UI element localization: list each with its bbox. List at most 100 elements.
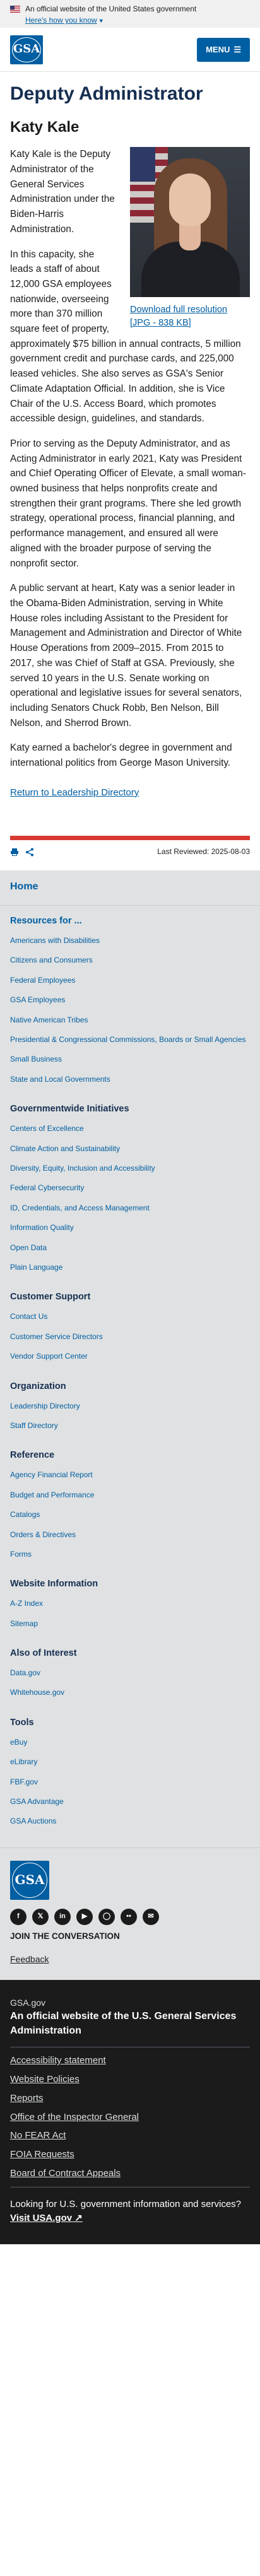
facebook-icon[interactable]: f xyxy=(10,1908,27,1925)
footer-section-heading: Resources for ... xyxy=(10,916,82,927)
gsa-logo[interactable]: GSA xyxy=(10,35,43,64)
footer-section-heading: Tools xyxy=(10,1717,34,1728)
footer-link[interactable]: Americans with Disabilities xyxy=(10,936,100,945)
flickr-icon[interactable]: •• xyxy=(121,1908,137,1925)
footer-link[interactable]: Budget and Performance xyxy=(10,1490,94,1499)
footer-link[interactable]: Centers of Excellence xyxy=(10,1124,84,1133)
footer-link[interactable]: Orders & Directives xyxy=(10,1530,76,1539)
footer-link[interactable]: Sitemap xyxy=(10,1619,38,1628)
identifier-official-text: An official website of the U.S. General … xyxy=(10,2010,237,2037)
footer-link[interactable]: Federal Employees xyxy=(10,976,75,985)
feedback-link[interactable]: Feedback xyxy=(10,1954,49,1964)
download-portrait-link[interactable]: Download full resolution [JPG - 838 KB] xyxy=(130,303,250,329)
footer-link[interactable]: Agency Financial Report xyxy=(10,1470,93,1479)
footer-link[interactable]: Data.gov xyxy=(10,1668,40,1677)
footer-link[interactable]: Citizens and Consumers xyxy=(10,956,93,964)
identifier-link[interactable]: Website Policies xyxy=(10,2074,80,2085)
bio-paragraph: A public servant at heart, Katy was a se… xyxy=(10,583,242,729)
footer-link[interactable]: GSA Employees xyxy=(10,995,65,1004)
heres-how-you-know-link[interactable]: Here's how you know ▼ xyxy=(25,15,250,26)
footer-section-heading: Also of Interest xyxy=(10,1648,77,1659)
footer-nav: Home Resources for ... Americans with Di… xyxy=(0,870,260,1847)
person-name: Katy Kale xyxy=(10,118,80,136)
identifier-domain: GSA.gov xyxy=(10,1997,46,2008)
footer-link[interactable]: Federal Cybersecurity xyxy=(10,1183,84,1192)
external-link-icon: ↗ xyxy=(74,2213,83,2224)
footer-home-link[interactable]: Home xyxy=(0,870,260,906)
footer-section-heading: Reference xyxy=(10,1450,55,1461)
footer-section-reference: Reference Agency Financial Report Budget… xyxy=(10,1440,250,1560)
footer-link[interactable]: Native American Tribes xyxy=(10,1016,88,1024)
footer-section-also-of-interest: Also of Interest Data.gov Whitehouse.gov xyxy=(10,1638,250,1699)
linkedin-icon[interactable]: in xyxy=(54,1908,71,1925)
hamburger-icon: ☰ xyxy=(233,44,241,54)
identifier: GSA.gov An official website of the U.S. … xyxy=(0,1979,260,2245)
footer-link[interactable]: FBF.gov xyxy=(10,1777,38,1786)
us-flag-icon xyxy=(10,6,20,13)
last-reviewed-date: Last Reviewed: 2025-08-03 xyxy=(157,847,250,857)
footer-link[interactable]: Plain Language xyxy=(10,1263,62,1272)
bio-paragraph: Katy earned a bachelor's degree in gover… xyxy=(10,742,232,769)
footer-section-organization: Organization Leadership Directory Staff … xyxy=(10,1371,250,1432)
footer-link[interactable]: Vendor Support Center xyxy=(10,1352,88,1361)
footer-link[interactable]: Catalogs xyxy=(10,1510,40,1519)
print-icon[interactable] xyxy=(10,848,19,857)
footer-link[interactable]: ID, Credentials, and Access Management xyxy=(10,1203,150,1212)
identifier-link[interactable]: FOIA Requests xyxy=(10,2149,74,2160)
join-conversation-text: JOIN THE CONVERSATION xyxy=(10,1931,120,1941)
official-website-text: An official website of the United States… xyxy=(25,4,197,13)
return-to-leadership-link[interactable]: Return to Leadership Directory xyxy=(10,786,139,800)
identifier-link[interactable]: No FEAR Act xyxy=(10,2130,66,2141)
lookfor-text: Looking for U.S. government information … xyxy=(10,2186,250,2211)
footer-section-resources: Resources for ... Americans with Disabil… xyxy=(10,906,250,1085)
social-section: GSA f 𝕏 in ▶ ◯ •• ✉ JOIN THE CONVERSATIO… xyxy=(0,1847,260,1980)
footer-link[interactable]: Leadership Directory xyxy=(10,1402,80,1410)
footer-link[interactable]: GSA Advantage xyxy=(10,1797,64,1806)
site-header: GSA MENU ☰ xyxy=(0,28,260,72)
identifier-link[interactable]: Office of the Inspector General xyxy=(10,2112,139,2122)
footer-link[interactable]: A-Z Index xyxy=(10,1599,43,1608)
footer-section-tools: Tools eBuy eLibrary FBF.gov GSA Advantag… xyxy=(10,1707,250,1827)
footer-link[interactable]: GSA Auctions xyxy=(10,1817,56,1825)
main-content: Deputy Administrator Katy Kale Download … xyxy=(0,72,260,836)
footer-link[interactable]: Whitehouse.gov xyxy=(10,1688,64,1697)
page-title: Deputy Administrator xyxy=(10,83,203,104)
footer-link[interactable]: Small Business xyxy=(10,1055,62,1063)
identifier-link[interactable]: Reports xyxy=(10,2093,44,2104)
footer-link[interactable]: Climate Action and Sustainability xyxy=(10,1144,120,1153)
gsa-footer-logo[interactable]: GSA xyxy=(10,1860,49,1900)
footer-link[interactable]: eBuy xyxy=(10,1738,27,1747)
footer-link[interactable]: Presidential & Congressional Commissions… xyxy=(10,1035,246,1044)
twitter-icon[interactable]: 𝕏 xyxy=(32,1908,49,1925)
instagram-icon[interactable]: ◯ xyxy=(98,1908,115,1925)
footer-link[interactable]: Open Data xyxy=(10,1243,47,1252)
chevron-down-icon: ▼ xyxy=(98,18,104,25)
share-bar: Last Reviewed: 2025-08-03 xyxy=(10,836,250,864)
menu-button[interactable]: MENU ☰ xyxy=(197,37,250,62)
portrait-figure: Download full resolution [JPG - 838 KB] xyxy=(130,147,250,329)
visit-usa-gov-link[interactable]: Visit USA.gov ↗ xyxy=(10,2213,83,2223)
footer-link[interactable]: Diversity, Equity, Inclusion and Accessi… xyxy=(10,1164,155,1173)
footer-section-heading: Customer Support xyxy=(10,1292,91,1303)
social-icons: f 𝕏 in ▶ ◯ •• ✉ xyxy=(10,1908,250,1925)
footer-link[interactable]: State and Local Governments xyxy=(10,1075,110,1084)
identifier-link[interactable]: Board of Contract Appeals xyxy=(10,2168,121,2179)
footer-section-initiatives: Governmentwide Initiatives Centers of Ex… xyxy=(10,1094,250,1273)
biography: Download full resolution [JPG - 838 KB] … xyxy=(10,147,250,770)
footer-link[interactable]: Customer Service Directors xyxy=(10,1332,103,1341)
footer-section-heading: Website Information xyxy=(10,1579,98,1590)
youtube-icon[interactable]: ▶ xyxy=(76,1908,93,1925)
footer-section-website-information: Website Information A-Z Index Sitemap xyxy=(10,1569,250,1629)
gov-banner: An official website of the United States… xyxy=(0,0,260,28)
footer-link[interactable]: Contact Us xyxy=(10,1312,47,1321)
footer-link[interactable]: Forms xyxy=(10,1550,32,1559)
footer-link[interactable]: Information Quality xyxy=(10,1223,74,1232)
footer-link[interactable]: eLibrary xyxy=(10,1757,37,1766)
email-icon[interactable]: ✉ xyxy=(143,1908,159,1925)
footer-link[interactable]: Staff Directory xyxy=(10,1421,58,1430)
identifier-link[interactable]: Accessibility statement xyxy=(10,2055,106,2066)
portrait-image xyxy=(130,147,250,298)
footer-section-heading: Organization xyxy=(10,1381,66,1391)
share-icon[interactable] xyxy=(25,848,34,857)
footer-section-customer-support: Customer Support Contact Us Customer Ser… xyxy=(10,1282,250,1362)
